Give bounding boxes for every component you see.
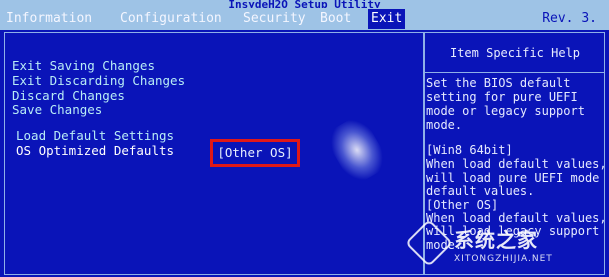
help-line: default values.: [426, 184, 535, 198]
watermark: 系统之家 XITONGZHIJIA.NET: [404, 218, 603, 274]
help-header-divider: [425, 72, 605, 73]
help-line: Set the BIOS default: [426, 76, 571, 90]
tab-information[interactable]: Information: [6, 9, 92, 29]
tab-security[interactable]: Security: [243, 9, 306, 29]
revision-label: Rev. 3.: [542, 11, 597, 26]
exit-discarding-changes[interactable]: Exit Discarding Changes: [12, 73, 185, 88]
discard-changes[interactable]: Discard Changes: [12, 88, 125, 103]
tab-configuration[interactable]: Configuration: [120, 9, 222, 29]
save-changes[interactable]: Save Changes: [12, 102, 102, 117]
os-optimized-defaults[interactable]: OS Optimized Defaults: [16, 143, 174, 158]
load-default-settings[interactable]: Load Default Settings: [16, 128, 174, 143]
os-optimized-defaults-value[interactable]: [Other OS]: [210, 139, 300, 167]
tab-boot[interactable]: Boot: [320, 9, 351, 29]
help-line: mode.: [426, 118, 463, 132]
tab-exit[interactable]: Exit: [368, 9, 406, 29]
help-line: [Win8 64bit]: [426, 143, 513, 157]
exit-saving-changes[interactable]: Exit Saving Changes: [12, 58, 155, 73]
help-line: will load pure UEFI mode: [426, 171, 600, 185]
watermark-brand: 系统之家: [454, 228, 538, 252]
help-line: [Other OS]: [426, 198, 499, 212]
help-title: Item Specific Help: [449, 46, 581, 60]
help-line: mode or legacy support: [426, 104, 585, 118]
house-logo-icon: [404, 218, 454, 268]
help-line: When load default values,: [426, 157, 607, 171]
watermark-url: XITONGZHIJIA.NET: [454, 254, 553, 264]
help-line: setting for pure UEFI: [426, 90, 578, 104]
